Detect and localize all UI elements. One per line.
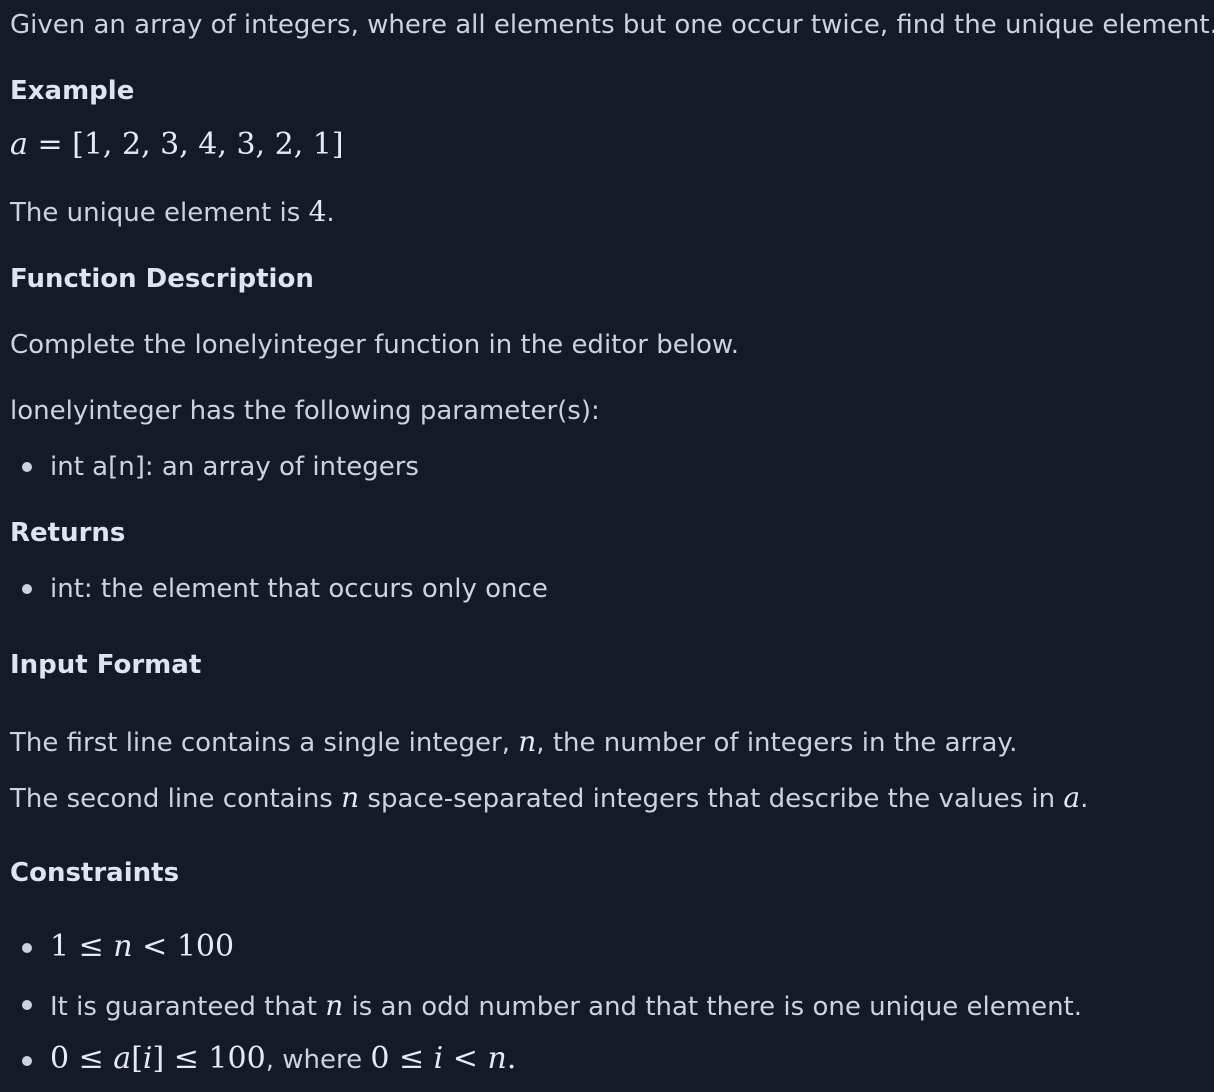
constraint-2: It is guaranteed that n is an odd number… <box>50 989 1083 1022</box>
bullet-icon <box>22 1000 32 1010</box>
math-var-n: n <box>341 781 360 814</box>
text-segment: , the number of integers in the array. <box>536 728 1018 758</box>
text-segment: The first line contains a single integer… <box>10 728 519 758</box>
input-format-heading: Input Format <box>10 650 202 680</box>
example-result: The unique element is 4. <box>10 195 335 228</box>
math-var-a: a <box>1063 781 1081 814</box>
function-description-heading: Function Description <box>10 264 314 294</box>
intro-text: Given an array of integers, where all el… <box>10 10 1214 40</box>
math-array: [1, 2, 3, 4, 3, 2, 1] <box>72 127 344 162</box>
function-description-line2: lonelyinteger has the following paramete… <box>10 396 600 426</box>
result-prefix: The unique element is <box>10 198 309 228</box>
math-var-i: i <box>142 1041 153 1076</box>
param-item: int a[n]: an array of integers <box>50 452 419 482</box>
text-segment: , where <box>265 1045 371 1075</box>
constraint-3: 0 ≤ a[i] ≤ 100, where 0 ≤ i < n. <box>50 1044 516 1074</box>
math-equals: = <box>37 127 63 162</box>
text-segment: The second line contains <box>10 784 342 814</box>
input-format-line1: The first line contains a single integer… <box>10 725 1018 758</box>
example-array: a = [1, 2, 3, 4, 3, 2, 1] <box>10 130 344 160</box>
math-var-n: n <box>487 1041 507 1076</box>
example-heading: Example <box>10 76 135 106</box>
result-value: 4 <box>308 195 327 228</box>
math-segment: 0 ≤ <box>370 1041 434 1076</box>
constraints-heading: Constraints <box>10 858 180 888</box>
math-var-n: n <box>518 725 537 758</box>
math-segment: 1 ≤ <box>50 929 114 964</box>
math-segment: < <box>443 1041 488 1076</box>
returns-item: int: the element that occurs only once <box>50 574 548 604</box>
math-var-n: n <box>113 929 133 964</box>
bullet-icon <box>22 462 32 472</box>
math-var-n: n <box>325 989 344 1022</box>
returns-heading: Returns <box>10 518 126 548</box>
text-segment: is an odd number and that there is one u… <box>343 992 1083 1022</box>
bullet-icon <box>22 943 32 953</box>
result-suffix: . <box>326 198 335 228</box>
math-var-a: a <box>113 1041 132 1076</box>
math-segment: < 100 <box>132 929 235 964</box>
constraint-1: 1 ≤ n < 100 <box>50 932 234 962</box>
math-segment: [ <box>131 1041 143 1076</box>
math-segment: . <box>506 1041 517 1076</box>
bullet-icon <box>22 1056 32 1066</box>
function-description-line1: Complete the lonelyinteger function in t… <box>10 330 739 360</box>
bullet-icon <box>22 584 32 594</box>
text-segment: space-separated integers that describe t… <box>359 784 1064 814</box>
math-segment: ] ≤ 100 <box>152 1041 266 1076</box>
math-segment: 0 ≤ <box>50 1041 114 1076</box>
text-segment: . <box>1080 784 1089 814</box>
math-var-a: a <box>10 127 28 162</box>
input-format-line2: The second line contains n space-separat… <box>10 781 1089 814</box>
math-var-i: i <box>433 1041 444 1076</box>
text-segment: It is guaranteed that <box>50 992 326 1022</box>
